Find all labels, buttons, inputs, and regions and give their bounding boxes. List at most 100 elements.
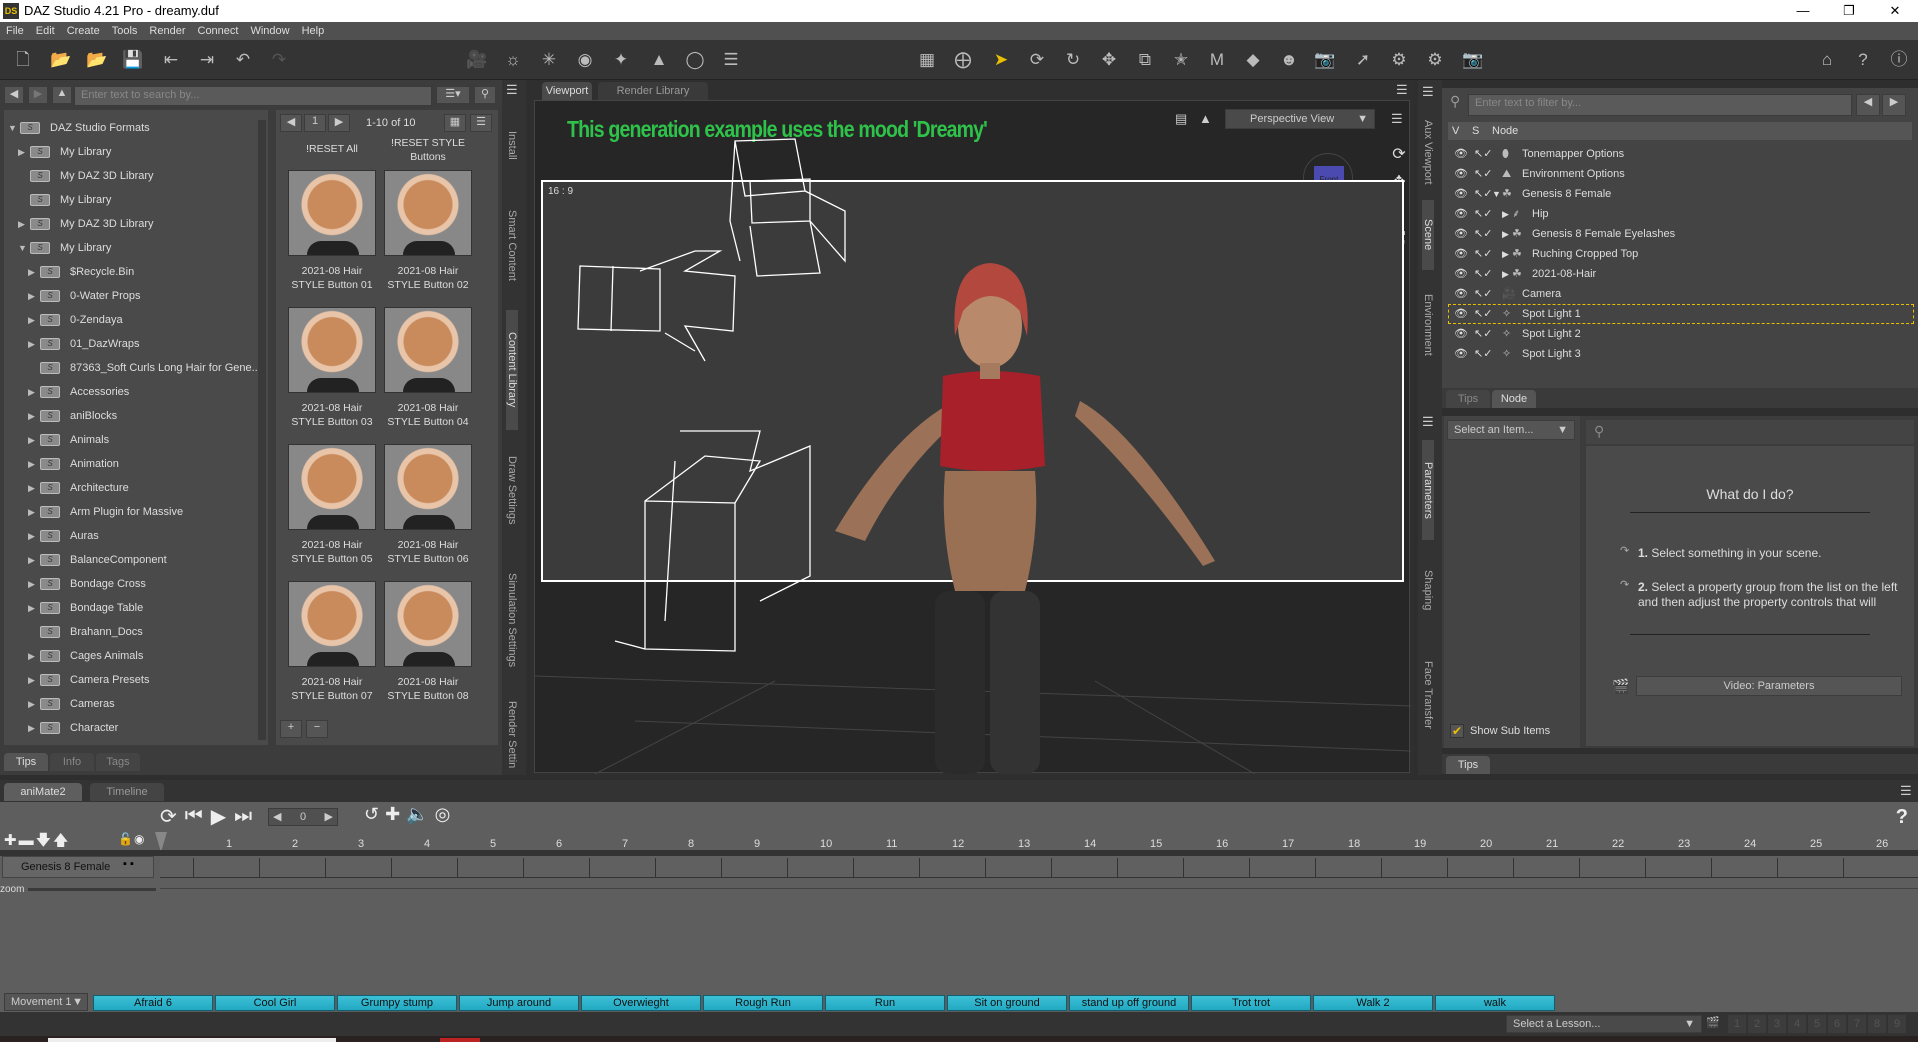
chevron-right-icon[interactable]: ▶ xyxy=(28,404,40,428)
timeline-cell[interactable] xyxy=(1843,858,1909,878)
selectable-cursor-icon[interactable]: ↖✓ xyxy=(1474,204,1492,224)
tab-environment[interactable]: Environment xyxy=(1422,280,1434,370)
icon-view-icon[interactable]: ▦ xyxy=(444,114,466,132)
search-icon[interactable]: ⚲ xyxy=(474,86,496,104)
tree-item[interactable]: ▶ S $Recycle.Bin xyxy=(28,260,134,284)
scene-node-row[interactable]: 👁 ↖✓ ✧ Spot Light 1 xyxy=(1448,304,1914,324)
timeline-cell[interactable] xyxy=(1711,858,1777,878)
surface-selection-icon[interactable]: M xyxy=(1204,48,1230,72)
aniblock-button[interactable]: Overwieght xyxy=(581,995,701,1011)
tree-item[interactable]: ▶ S Character xyxy=(28,716,118,740)
remove-button[interactable]: − xyxy=(306,720,328,738)
visibility-eye-icon[interactable]: 👁 xyxy=(1454,164,1468,184)
timeline-cell[interactable] xyxy=(259,858,325,878)
content-item-label[interactable]: !RESET STYLE Buttons xyxy=(380,136,476,164)
tab-shaping[interactable]: Shaping xyxy=(1422,550,1434,630)
universal-tool-icon[interactable]: ⨁ xyxy=(950,48,976,72)
lesson-page-button[interactable]: 8 xyxy=(1868,1015,1886,1033)
chevron-right-icon[interactable]: ▶ xyxy=(28,500,40,524)
visibility-eye-icon[interactable]: 👁 xyxy=(1454,284,1468,304)
tab-install[interactable]: Install xyxy=(506,110,518,180)
content-thumbnail[interactable] xyxy=(288,444,376,530)
chevron-right-icon[interactable]: ▶ xyxy=(28,428,40,452)
content-item-label[interactable]: 2021-08 Hair STYLE Button 08 xyxy=(380,675,476,703)
tree-item[interactable]: ▶ S Architecture xyxy=(28,476,129,500)
viewport-menu-icon[interactable]: ☰ xyxy=(1396,82,1408,98)
content-item-label[interactable]: 2021-08 Hair STYLE Button 04 xyxy=(380,401,476,429)
chevron-right-icon[interactable]: ▶ xyxy=(28,476,40,500)
frame-prev-icon[interactable]: ◀ xyxy=(273,809,281,825)
content-item-label[interactable]: 2021-08 Hair STYLE Button 02 xyxy=(380,264,476,292)
content-item-label[interactable]: 2021-08 Hair STYLE Button 07 xyxy=(284,675,380,703)
tree-item[interactable]: ▶ S My DAZ 3D Library xyxy=(18,212,154,236)
selectable-cursor-icon[interactable]: ↖✓ xyxy=(1474,344,1492,364)
content-thumbnail[interactable] xyxy=(384,170,472,256)
timeline-cell[interactable] xyxy=(1117,858,1183,878)
timeline-cell[interactable] xyxy=(985,858,1051,878)
import-icon[interactable]: ⇤ xyxy=(158,48,184,72)
selectable-cursor-icon[interactable]: ↖✓ xyxy=(1474,244,1492,264)
save-icon[interactable]: 💾 xyxy=(120,48,146,72)
aniblock-button[interactable]: stand up off ground xyxy=(1069,995,1189,1011)
tree-item[interactable]: ▶ S Animals xyxy=(28,428,109,452)
daz-home-icon[interactable]: ⌂ xyxy=(1814,48,1840,72)
lock-icon[interactable]: 🔓 xyxy=(118,832,133,846)
tree-item[interactable]: S 87363_Soft Curls Long Hair for Gene... xyxy=(28,356,261,380)
twist-tool-icon[interactable]: ↻ xyxy=(1060,48,1086,72)
col-node[interactable]: Node xyxy=(1492,122,1518,140)
open-file-icon[interactable]: 📂 xyxy=(48,48,74,72)
movement-group-select[interactable]: Movement 1 ▼ xyxy=(4,993,88,1011)
next-page-button[interactable]: ▶ xyxy=(328,114,350,132)
selectable-cursor-icon[interactable]: ↖✓ xyxy=(1474,164,1492,184)
scene-node-row[interactable]: 👁 ↖✓ 🎥 Camera xyxy=(1448,284,1914,304)
tree-item[interactable]: ▶ S Cages Animals xyxy=(28,644,143,668)
render-icon[interactable]: ⚙ xyxy=(1422,48,1448,72)
selectable-cursor-icon[interactable]: ↖✓ xyxy=(1474,304,1492,324)
tab-timeline[interactable]: Timeline xyxy=(90,783,164,801)
tree-item[interactable]: ▶ S Bondage Cross xyxy=(28,572,146,596)
scene-node-row[interactable]: 👁 ↖✓ ▼ ☘ Genesis 8 Female xyxy=(1448,184,1914,204)
timeline-cell[interactable] xyxy=(1645,858,1711,878)
viewport-canvas[interactable]: This generation example uses the mood 'D… xyxy=(534,100,1411,774)
menu-window[interactable]: Window xyxy=(250,25,289,37)
back-button[interactable]: ◀ xyxy=(4,86,24,104)
timeline-cell[interactable] xyxy=(1777,858,1843,878)
rotate-tool-icon[interactable]: ⟳ xyxy=(1024,48,1050,72)
playhead[interactable] xyxy=(155,832,167,852)
chevron-right-icon[interactable]: ▶ xyxy=(1502,244,1509,264)
redo-icon[interactable]: ↷ xyxy=(266,48,292,72)
tab-render-library[interactable]: Render Library xyxy=(598,82,708,100)
panel-menu-icon[interactable]: ☰ xyxy=(1900,783,1912,799)
chevron-down-icon[interactable]: ▼ xyxy=(1492,184,1501,204)
chevron-right-icon[interactable]: ▶ xyxy=(28,548,40,572)
menu-help[interactable]: Help xyxy=(302,25,325,37)
timeline-cell[interactable] xyxy=(1579,858,1645,878)
aniblock-button[interactable]: Walk 2 xyxy=(1313,995,1433,1011)
loop-icon[interactable]: ⟳ xyxy=(160,804,177,829)
help-icon[interactable]: ⓘ xyxy=(1886,48,1912,72)
timeline-cell[interactable] xyxy=(391,858,457,878)
add-audio-icon[interactable]: 🔈 xyxy=(406,804,428,825)
minimize-button[interactable]: — xyxy=(1780,0,1826,22)
remove-icon[interactable]: ▬ xyxy=(19,832,36,849)
chevron-right-icon[interactable]: ▶ xyxy=(28,692,40,716)
lesson-page-button[interactable]: 4 xyxy=(1788,1015,1806,1033)
chevron-right-icon[interactable]: ▶ xyxy=(28,668,40,692)
content-thumbnail[interactable] xyxy=(288,170,376,256)
tree-item[interactable]: ▶ S Bondage Table xyxy=(28,596,143,620)
timeline-cell[interactable] xyxy=(1315,858,1381,878)
content-thumbnail[interactable] xyxy=(384,581,472,667)
scene-filter-input[interactable]: Enter text to filter by... xyxy=(1468,94,1852,116)
frame-stepper[interactable]: ◀ 0 ▶ xyxy=(268,808,338,826)
restore-button[interactable]: ❐ xyxy=(1826,0,1872,22)
scene-node-row[interactable]: 👁 ↖✓ ▶ ⸙ Hip xyxy=(1448,204,1914,224)
tree-item[interactable]: ▶ S Animation xyxy=(28,452,119,476)
create-primitive-icon[interactable]: ▲ xyxy=(646,48,672,72)
aniblock-button[interactable]: Run xyxy=(825,995,945,1011)
list-view-icon[interactable]: ☰ xyxy=(470,114,492,132)
col-selectable[interactable]: S xyxy=(1472,122,1479,140)
tree-item[interactable]: ▼ S My Library xyxy=(18,236,111,260)
selectable-cursor-icon[interactable]: ↖✓ xyxy=(1474,224,1492,244)
scene-node-row[interactable]: 👁 ↖✓ ▶ ☘ Genesis 8 Female Eyelashes xyxy=(1448,224,1914,244)
panel-menu-icon[interactable]: ☰ xyxy=(1422,84,1434,100)
